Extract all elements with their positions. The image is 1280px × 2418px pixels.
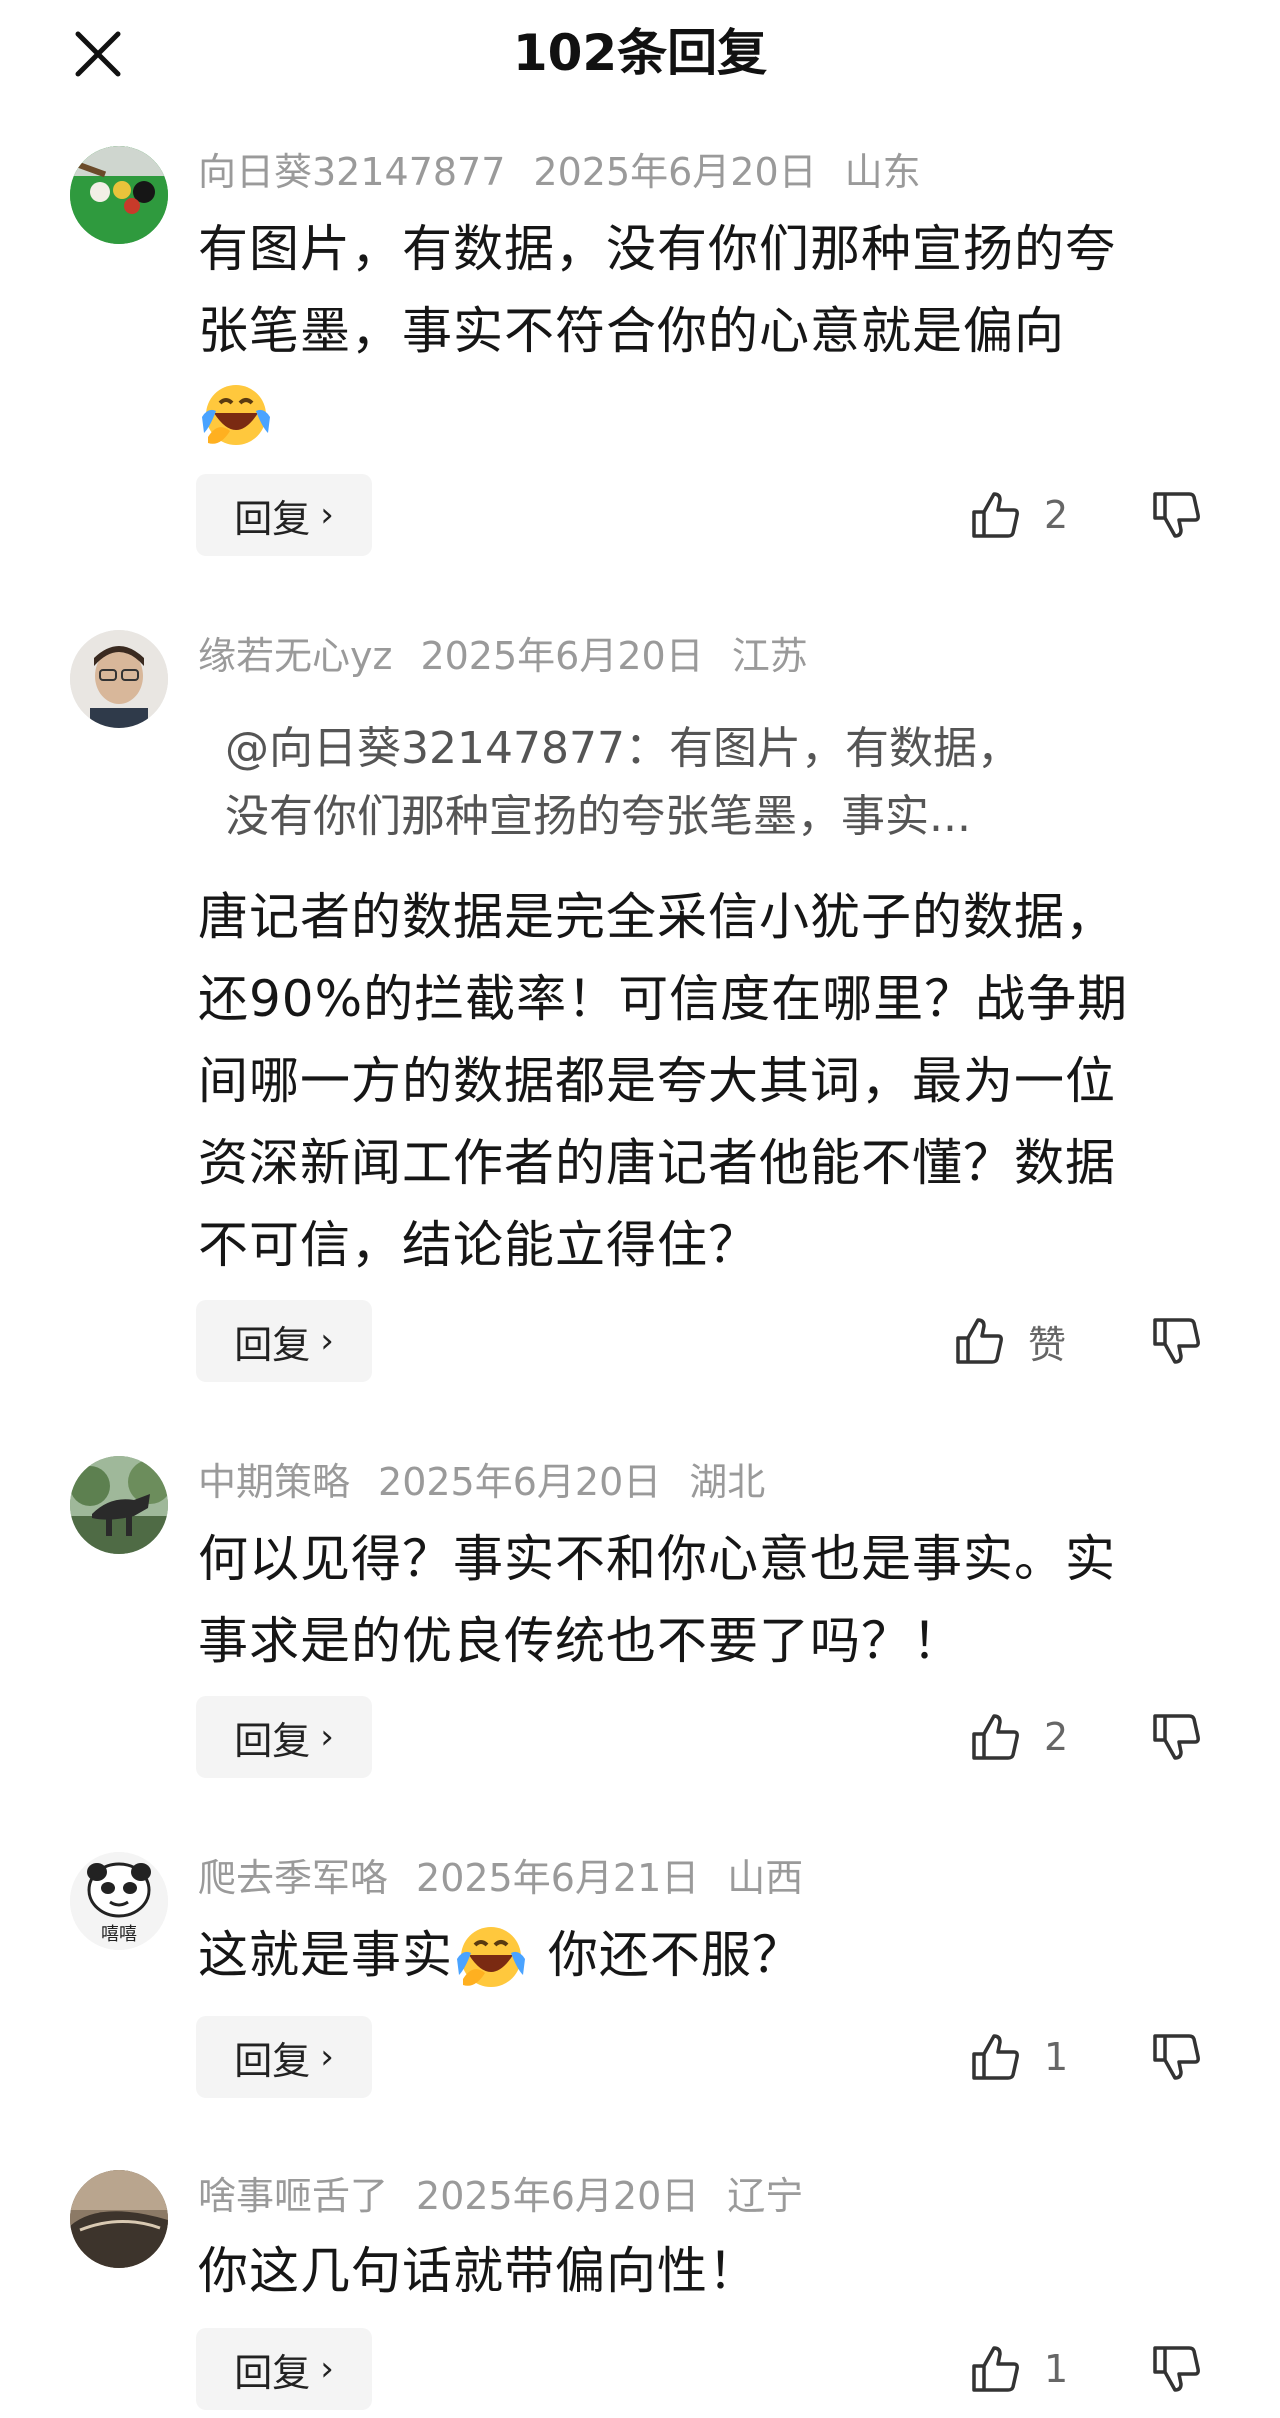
avatar[interactable] bbox=[70, 1456, 168, 1554]
comment-line: 事求是的优良传统也不要了吗？！ bbox=[198, 1612, 963, 1670]
chevron-right-icon: › bbox=[320, 1321, 334, 1361]
avatar-caption: 嘻嘻 bbox=[101, 1924, 137, 1945]
comment-line: 还90%的拦截率！可信度在哪里？战争期 bbox=[198, 970, 1129, 1028]
dislike-button[interactable] bbox=[1146, 1696, 1206, 1778]
avatar[interactable] bbox=[70, 146, 168, 244]
username[interactable]: 向日葵32147877 bbox=[198, 150, 505, 194]
thumbs-up-icon bbox=[972, 2346, 1019, 2392]
chevron-right-icon: › bbox=[320, 1717, 334, 1757]
comment-line: 唐记者的数据是完全采信小犹子的数据， bbox=[198, 888, 1116, 946]
quoted-comment[interactable]: @向日葵32147877：有图片，有数据， 没有你们那种宣扬的夸张笔墨，事实..… bbox=[225, 715, 1195, 851]
reply-button[interactable]: 回复 › bbox=[196, 1300, 372, 1382]
username[interactable]: 啥事咂舌了 bbox=[198, 2174, 388, 2218]
comment-location: 山西 bbox=[727, 1856, 804, 1900]
reply-button[interactable]: 回复 › bbox=[196, 1696, 372, 1778]
thumbs-up-icon bbox=[972, 2034, 1019, 2080]
comment-location: 山东 bbox=[844, 150, 921, 194]
avatar[interactable]: 嘻嘻 bbox=[70, 1852, 168, 1950]
avatar[interactable] bbox=[70, 630, 168, 728]
comment-line: 张笔墨，事实不符合你的心意就是偏向 bbox=[198, 302, 1065, 360]
username[interactable]: 缘若无心yz bbox=[198, 634, 392, 678]
dislike-button[interactable] bbox=[1146, 474, 1206, 556]
reply-button[interactable]: 回复 › bbox=[196, 474, 372, 556]
comment-date: 2025年6月20日 bbox=[420, 634, 704, 678]
comment-line: 你还不服？ bbox=[531, 1926, 803, 1984]
comment-line: 你这几句话就带偏向性！ bbox=[198, 2242, 759, 2300]
comment-line: 资深新闻工作者的唐记者他能不懂？数据 bbox=[198, 1134, 1116, 1192]
thumbs-down-icon bbox=[1153, 492, 1200, 538]
comment-line: 何以见得？事实不和你心意也是事实。实 bbox=[198, 1530, 1116, 1588]
thumbs-down-icon bbox=[1153, 1714, 1200, 1760]
comment-text: 唐记者的数据是完全采信小犹子的数据， 还90%的拦截率！可信度在哪里？战争期 间… bbox=[198, 876, 1218, 1286]
username[interactable]: 爬去季军咯 bbox=[198, 1856, 388, 1900]
page-title: 102条回复 bbox=[512, 24, 768, 82]
comment-text: 有图片，有数据，没有你们那种宣扬的夸 张笔墨，事实不符合你的心意就是偏向 bbox=[198, 208, 1218, 454]
reply-button[interactable]: 回复 › bbox=[196, 2016, 372, 2098]
chevron-right-icon: › bbox=[320, 495, 334, 535]
comment-location: 湖北 bbox=[689, 1460, 766, 1504]
like-button[interactable]: 1 bbox=[968, 2328, 1068, 2410]
chevron-right-icon: › bbox=[320, 2037, 334, 2077]
comment-line: 这就是事实 bbox=[198, 1926, 453, 1984]
dislike-button[interactable] bbox=[1146, 2328, 1206, 2410]
thumbs-down-icon bbox=[1153, 2034, 1200, 2080]
comment-date: 2025年6月21日 bbox=[416, 1856, 700, 1900]
like-count: 2 bbox=[1044, 1715, 1069, 1759]
avatar[interactable] bbox=[70, 2170, 168, 2268]
like-button[interactable]: 1 bbox=[968, 2016, 1068, 2098]
thumbs-down-icon bbox=[1153, 2346, 1200, 2392]
comment-date: 2025年6月20日 bbox=[416, 2174, 700, 2218]
comment-text: 这就是事实 你还不服？ bbox=[198, 1914, 1218, 1996]
thumbs-down-icon bbox=[1153, 1318, 1200, 1364]
reply-label: 回复 bbox=[234, 2038, 311, 2083]
like-count: 2 bbox=[1044, 493, 1069, 537]
like-button[interactable]: 2 bbox=[968, 1696, 1068, 1778]
comment-line: 间哪一方的数据都是夸大其词，最为一位 bbox=[198, 1052, 1116, 1110]
username[interactable]: 中期策略 bbox=[198, 1460, 350, 1504]
comment-meta: 爬去季军咯 2025年6月21日 山西 bbox=[198, 1854, 831, 1902]
comment-text: 你这几句话就带偏向性！ bbox=[198, 2230, 1218, 2312]
like-count: 1 bbox=[1044, 2347, 1069, 2391]
reply-label: 回复 bbox=[234, 1718, 311, 1763]
thumbs-up-icon bbox=[956, 1318, 1003, 1364]
dislike-button[interactable] bbox=[1146, 1300, 1206, 1382]
laugh-cry-emoji-icon bbox=[202, 385, 270, 445]
chevron-right-icon: › bbox=[320, 2349, 334, 2389]
like-button[interactable]: 2 bbox=[968, 474, 1068, 556]
comment-line: 不可信，结论能立得住？ bbox=[198, 1216, 759, 1274]
quote-line: 没有你们那种宣扬的夸张笔墨，事实... bbox=[225, 791, 971, 842]
like-count: 1 bbox=[1044, 2035, 1069, 2079]
laugh-cry-emoji-icon bbox=[457, 1927, 525, 1987]
reply-button[interactable]: 回复 › bbox=[196, 2328, 372, 2410]
like-count: 赞 bbox=[1028, 1322, 1067, 1367]
comment-meta: 缘若无心yz 2025年6月20日 江苏 bbox=[198, 632, 836, 680]
comment-meta: 中期策略 2025年6月20日 湖北 bbox=[198, 1458, 793, 1506]
comment-date: 2025年6月20日 bbox=[378, 1460, 662, 1504]
dislike-button[interactable] bbox=[1146, 2016, 1206, 2098]
comment-location: 江苏 bbox=[731, 634, 808, 678]
thumbs-up-icon bbox=[972, 492, 1019, 538]
header-bar: 102条回复 bbox=[0, 0, 1280, 110]
quote-line: @向日葵32147877：有图片，有数据， bbox=[225, 723, 1021, 774]
comment-line: 有图片，有数据，没有你们那种宣扬的夸 bbox=[198, 220, 1116, 278]
reply-label: 回复 bbox=[234, 2350, 311, 2395]
comment-location: 辽宁 bbox=[727, 2174, 804, 2218]
thumbs-up-icon bbox=[972, 1714, 1019, 1760]
comment-date: 2025年6月20日 bbox=[533, 150, 817, 194]
comment-meta: 向日葵32147877 2025年6月20日 山东 bbox=[198, 148, 949, 196]
reply-label: 回复 bbox=[234, 1322, 311, 1367]
reply-label: 回复 bbox=[234, 496, 311, 541]
comment-text: 何以见得？事实不和你心意也是事实。实 事求是的优良传统也不要了吗？！ bbox=[198, 1518, 1218, 1682]
like-button[interactable]: 赞 bbox=[952, 1300, 1066, 1382]
comment-meta: 啥事咂舌了 2025年6月20日 辽宁 bbox=[198, 2172, 831, 2220]
